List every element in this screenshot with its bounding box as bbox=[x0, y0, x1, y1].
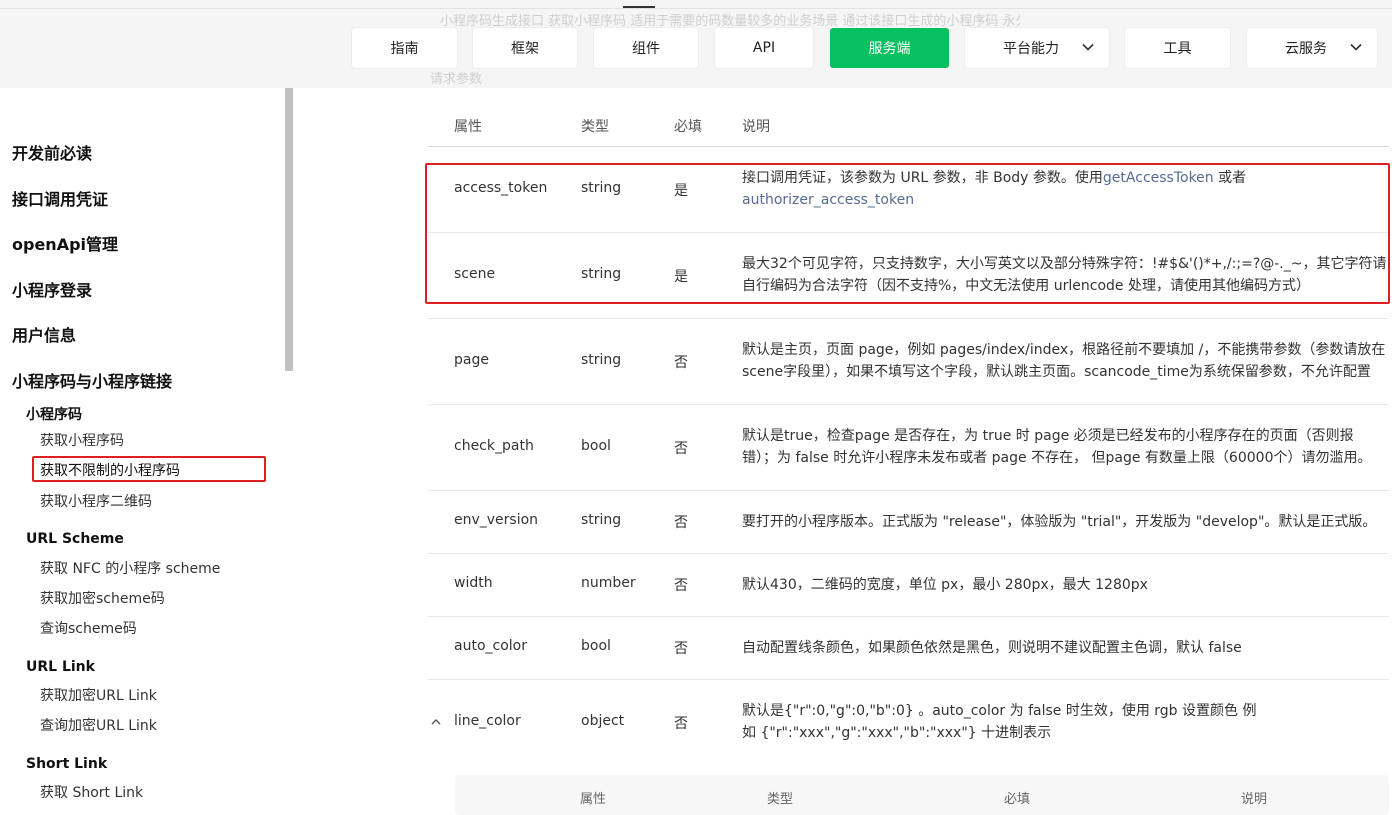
param-name: page bbox=[454, 352, 489, 368]
sub-header-required: 必填 bbox=[1004, 792, 1031, 807]
sidebar-item-get-short-link[interactable]: 获取 Short Link bbox=[40, 782, 143, 802]
header-description: 说明 bbox=[742, 119, 770, 135]
nav-framework-button[interactable]: 框架 bbox=[473, 28, 577, 68]
sidebar-item-qrcode-link[interactable]: 小程序码与小程序链接 bbox=[12, 368, 172, 392]
sidebar-item-get-url-link[interactable]: 获取加密URL Link bbox=[40, 685, 157, 705]
sidebar-item-access-token[interactable]: 接口调用凭证 bbox=[12, 186, 108, 210]
table-row: page string 否 默认是主页，页面 page，例如 pages/ind… bbox=[428, 319, 1389, 405]
highlight-annotation-box bbox=[425, 163, 1390, 304]
param-type: bool bbox=[581, 438, 611, 454]
param-description: 默认430，二维码的宽度，单位 px，最小 280px，最大 1280px bbox=[742, 577, 1148, 593]
header-type: 类型 bbox=[581, 119, 609, 135]
nested-params-table-header: 属性 类型 必填 说明 bbox=[455, 775, 1389, 815]
param-required: 否 bbox=[674, 578, 688, 594]
highlight-annotation-box bbox=[32, 456, 266, 482]
param-name: width bbox=[454, 575, 493, 591]
param-name: auto_color bbox=[454, 638, 527, 654]
sidebar-section-url-link[interactable]: URL Link bbox=[26, 659, 95, 675]
param-type: string bbox=[581, 512, 622, 528]
param-description: 默认是主页，页面 page，例如 pages/index/index，根路径前不… bbox=[742, 342, 1386, 380]
param-type: bool bbox=[581, 638, 611, 654]
nav-platform-dropdown[interactable]: 平台能力 bbox=[965, 28, 1109, 68]
sidebar-section-url-scheme[interactable]: URL Scheme bbox=[26, 531, 124, 547]
top-active-indicator bbox=[623, 6, 655, 8]
table-row: line_color object 否 默认是{"r":0,"g":0,"b":… bbox=[428, 680, 1389, 772]
params-table-header: 属性 类型 必填 说明 bbox=[428, 108, 1389, 147]
param-description: 自动配置线条颜色，如果颜色依然是黑色，则说明不建议配置主色调，默认 false bbox=[742, 640, 1242, 656]
sidebar-item-openapi[interactable]: openApi管理 bbox=[12, 231, 118, 255]
param-type: object bbox=[581, 713, 625, 729]
sidebar-item-query-scheme[interactable]: 查询scheme码 bbox=[40, 618, 137, 638]
param-required: 否 bbox=[674, 515, 688, 531]
sidebar-item-nfc-scheme[interactable]: 获取 NFC 的小程序 scheme bbox=[40, 558, 220, 578]
sidebar-item-user-info[interactable]: 用户信息 bbox=[12, 322, 76, 346]
header-required: 必填 bbox=[674, 119, 702, 135]
nav-cloud-dropdown[interactable]: 云服务 bbox=[1247, 28, 1377, 68]
nav-tools-button[interactable]: 工具 bbox=[1125, 28, 1230, 68]
sub-header-attribute: 属性 bbox=[580, 792, 607, 807]
sidebar-item-get-qr-image[interactable]: 获取小程序二维码 bbox=[40, 491, 152, 511]
sidebar-item-login[interactable]: 小程序登录 bbox=[12, 277, 92, 301]
sidebar-item-before-dev[interactable]: 开发前必读 bbox=[12, 140, 92, 164]
sidebar-item-encrypted-scheme[interactable]: 获取加密scheme码 bbox=[40, 588, 165, 608]
param-name: check_path bbox=[454, 438, 534, 454]
top-divider bbox=[0, 8, 1392, 9]
param-description: 默认是{"r":0,"g":0,"b":0} 。auto_color 为 fal… bbox=[742, 703, 1257, 741]
sidebar-item-get-qrcode[interactable]: 获取小程序码 bbox=[40, 430, 124, 450]
nav-guide-button[interactable]: 指南 bbox=[352, 28, 457, 68]
sidebar-section-qrcode[interactable]: 小程序码 bbox=[26, 404, 82, 424]
table-row: check_path bool 否 默认是true，检查page 是否存在，为 … bbox=[428, 405, 1389, 491]
param-required: 否 bbox=[674, 355, 688, 371]
nav-api-button[interactable]: API bbox=[715, 28, 813, 68]
sidebar-item-query-url-link[interactable]: 查询加密URL Link bbox=[40, 715, 157, 735]
sub-header-description: 说明 bbox=[1241, 792, 1268, 807]
param-name: env_version bbox=[454, 512, 539, 528]
header-attribute: 属性 bbox=[454, 119, 482, 135]
param-description: 要打开的小程序版本。正式版为 "release"，体验版为 "trial"，开发… bbox=[742, 514, 1377, 530]
nav-server-button[interactable]: 服务端 bbox=[830, 28, 949, 68]
table-row: auto_color bool 否 自动配置线条颜色，如果颜色依然是黑色，则说明… bbox=[428, 617, 1389, 680]
sub-header-type: 类型 bbox=[767, 792, 794, 807]
sidebar-section-short-link[interactable]: Short Link bbox=[26, 756, 107, 772]
nav-components-button[interactable]: 组件 bbox=[594, 28, 698, 68]
chevron-down-icon bbox=[1082, 43, 1094, 51]
param-description: 默认是true，检查page 是否存在，为 true 时 page 必须是已经发… bbox=[742, 428, 1372, 466]
param-required: 否 bbox=[674, 441, 688, 457]
faded-section-label: 请求参数 bbox=[430, 72, 483, 87]
param-type: string bbox=[581, 352, 622, 368]
faded-intro-text: 小程序码生成接口 获取小程序码 适用于需要的码数量较多的业务场景 通过该接口生成… bbox=[440, 14, 1020, 29]
table-row: width number 否 默认430，二维码的宽度，单位 px，最小 280… bbox=[428, 554, 1389, 617]
sidebar-scrollbar[interactable] bbox=[285, 88, 293, 371]
table-row: env_version string 否 要打开的小程序版本。正式版为 "rel… bbox=[428, 491, 1389, 554]
param-required: 否 bbox=[674, 716, 688, 732]
param-required: 否 bbox=[674, 641, 688, 657]
param-name: line_color bbox=[454, 713, 521, 729]
top-navigation: 小程序码生成接口 获取小程序码 适用于需要的码数量较多的业务场景 通过该接口生成… bbox=[0, 0, 1392, 88]
chevron-down-icon bbox=[1350, 43, 1362, 51]
chevron-up-icon[interactable] bbox=[430, 716, 442, 728]
param-type: number bbox=[581, 575, 636, 591]
